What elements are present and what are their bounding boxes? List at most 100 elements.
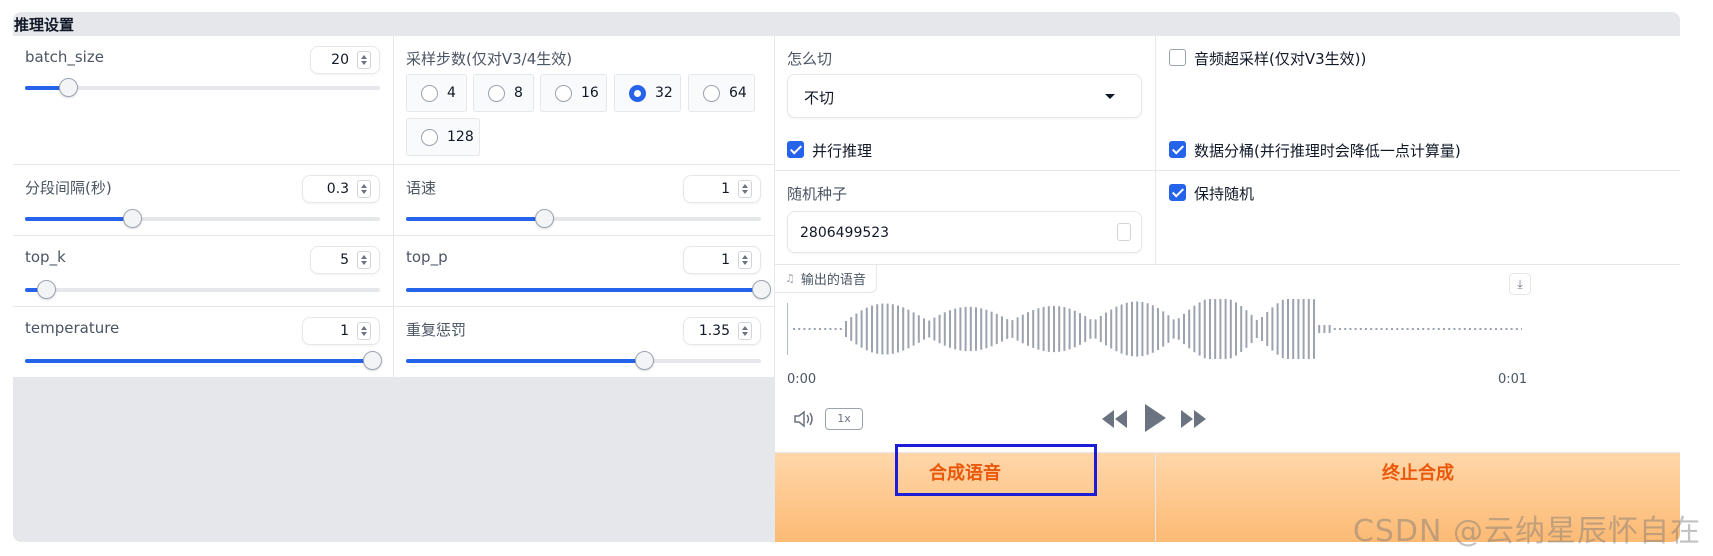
radio-steps-64[interactable]: 64 <box>688 74 755 112</box>
audio-waveform[interactable] <box>787 299 1522 359</box>
slider-thumb[interactable] <box>58 78 78 97</box>
waveform-bar <box>1370 328 1373 330</box>
top-p-slider[interactable] <box>406 280 771 299</box>
waveform-bar <box>1307 299 1310 359</box>
waveform-bar <box>975 307 977 351</box>
top-k-slider[interactable] <box>25 280 380 299</box>
play-icon[interactable] <box>1142 402 1168 434</box>
radio-circle-icon <box>629 85 646 102</box>
audio-super-sampling-block: 音频超采样(仅对V3生效)) <box>1156 36 1680 139</box>
radio-steps-32[interactable]: 32 <box>614 74 681 112</box>
waveform-bar <box>897 305 899 353</box>
spinner-icon[interactable] <box>357 322 371 340</box>
rewind-icon[interactable] <box>1101 408 1129 430</box>
fast-forward-icon[interactable] <box>1180 408 1208 430</box>
sample-steps-block: 采样步数(仅对V3/4生效) 4 8 16 32 64 128 <box>394 36 774 164</box>
waveform-bar <box>1396 328 1399 330</box>
slider-fill <box>406 288 761 292</box>
waveform-bar <box>1463 328 1466 330</box>
random-seed-value: 2806499523 <box>800 225 890 241</box>
waveform-bar <box>1068 308 1071 350</box>
audio-output-label-text: 输出的语音 <box>800 273 866 288</box>
top-p-input[interactable]: 1 <box>683 246 761 274</box>
waveform-bar <box>1224 299 1227 359</box>
radio-steps-8[interactable]: 8 <box>473 74 534 112</box>
cut-method-dropdown[interactable]: 不切 <box>787 74 1142 118</box>
speed-input[interactable]: 1 <box>683 175 761 203</box>
keep-random-checkbox[interactable] <box>1169 184 1186 201</box>
radio-circle-icon <box>555 85 572 102</box>
slider-thumb[interactable] <box>122 209 142 228</box>
waveform-bar <box>876 304 879 354</box>
slider-fill <box>25 217 132 221</box>
waveform-bar <box>1365 328 1367 330</box>
cut-method-value: 不切 <box>804 89 835 107</box>
radio-steps-4[interactable]: 4 <box>406 74 467 112</box>
keep-random-block: 保持随机 <box>1156 171 1680 264</box>
waveform-bar <box>1079 313 1081 345</box>
batch-size-input[interactable]: 20 <box>310 46 380 74</box>
slider-thumb[interactable] <box>535 209 555 228</box>
speed-slider[interactable] <box>406 209 761 228</box>
radio-label: 4 <box>447 85 456 101</box>
slider-thumb[interactable] <box>634 351 654 370</box>
waveform-bar <box>959 307 962 351</box>
playback-rate-button[interactable]: 1x <box>825 408 863 430</box>
radio-label: 16 <box>581 85 599 101</box>
waveform-bar <box>1391 328 1393 330</box>
chevron-down-icon <box>1105 94 1115 99</box>
audio-super-sampling-checkbox[interactable] <box>1169 49 1186 66</box>
temperature-slider[interactable] <box>25 351 382 370</box>
repetition-penalty-input[interactable]: 1.35 <box>683 317 761 345</box>
radio-steps-16[interactable]: 16 <box>540 74 607 112</box>
radio-steps-128[interactable]: 128 <box>406 118 480 156</box>
waveform-bar <box>902 307 905 351</box>
waveform-bar <box>1302 299 1305 359</box>
spinner-icon[interactable] <box>357 251 371 269</box>
waveform-bar <box>1094 319 1097 339</box>
random-seed-input[interactable]: 2806499523 <box>787 211 1142 253</box>
waveform-bar <box>1432 328 1435 330</box>
spinner-icon[interactable] <box>738 322 752 340</box>
spinner-icon[interactable] <box>357 51 371 69</box>
waveform-bar <box>1479 328 1482 330</box>
waveform-bar <box>1151 305 1154 353</box>
waveform-bar <box>1058 306 1061 352</box>
temperature-input[interactable]: 1 <box>302 317 380 345</box>
waveform-bar <box>1255 319 1258 339</box>
volume-icon[interactable] <box>793 409 817 429</box>
segment-interval-slider[interactable] <box>25 209 380 228</box>
waveform-bar <box>1027 312 1029 346</box>
spinner-icon[interactable] <box>357 180 371 198</box>
segment-interval-input[interactable]: 0.3 <box>302 175 380 203</box>
parallel-inference-checkbox[interactable] <box>787 141 804 158</box>
waveform-bar <box>917 315 920 343</box>
audio-output-label: ♫ 输出的语音 <box>775 265 877 293</box>
spinner-icon[interactable] <box>738 180 752 198</box>
keep-random-label: 保持随机 <box>1194 185 1255 203</box>
spinner-icon[interactable] <box>1117 223 1131 241</box>
sample-steps-label: 采样步数(仅对V3/4生效) <box>406 50 573 68</box>
repetition-penalty-slider[interactable] <box>406 351 761 370</box>
waveform-bar <box>881 303 884 355</box>
waveform-bar <box>1032 310 1035 348</box>
slider-thumb[interactable] <box>752 280 771 299</box>
slider-thumb[interactable] <box>363 351 382 370</box>
spinner-icon[interactable] <box>738 251 752 269</box>
waveform-bar <box>1203 299 1206 359</box>
data-bucketing-checkbox[interactable] <box>1169 141 1186 158</box>
waveform-bar <box>1250 314 1253 344</box>
waveform-bar <box>1177 318 1180 340</box>
waveform-bar <box>1120 304 1123 354</box>
cut-method-block: 怎么切 不切 <box>775 36 1155 139</box>
top-k-input[interactable]: 5 <box>310 246 380 274</box>
radio-circle-icon <box>703 85 720 102</box>
waveform-bar <box>1448 328 1451 330</box>
top-p-value: 1 <box>721 252 730 268</box>
download-icon[interactable]: ⤓ <box>1509 273 1531 295</box>
waveform-bar <box>865 307 868 351</box>
slider-thumb[interactable] <box>37 280 57 299</box>
temperature-label: temperature <box>25 319 120 337</box>
audio-output-block: ♫ 输出的语音 ⤓ 0:00 0:01 1x <box>775 265 1680 452</box>
batch-size-slider[interactable] <box>25 78 380 97</box>
